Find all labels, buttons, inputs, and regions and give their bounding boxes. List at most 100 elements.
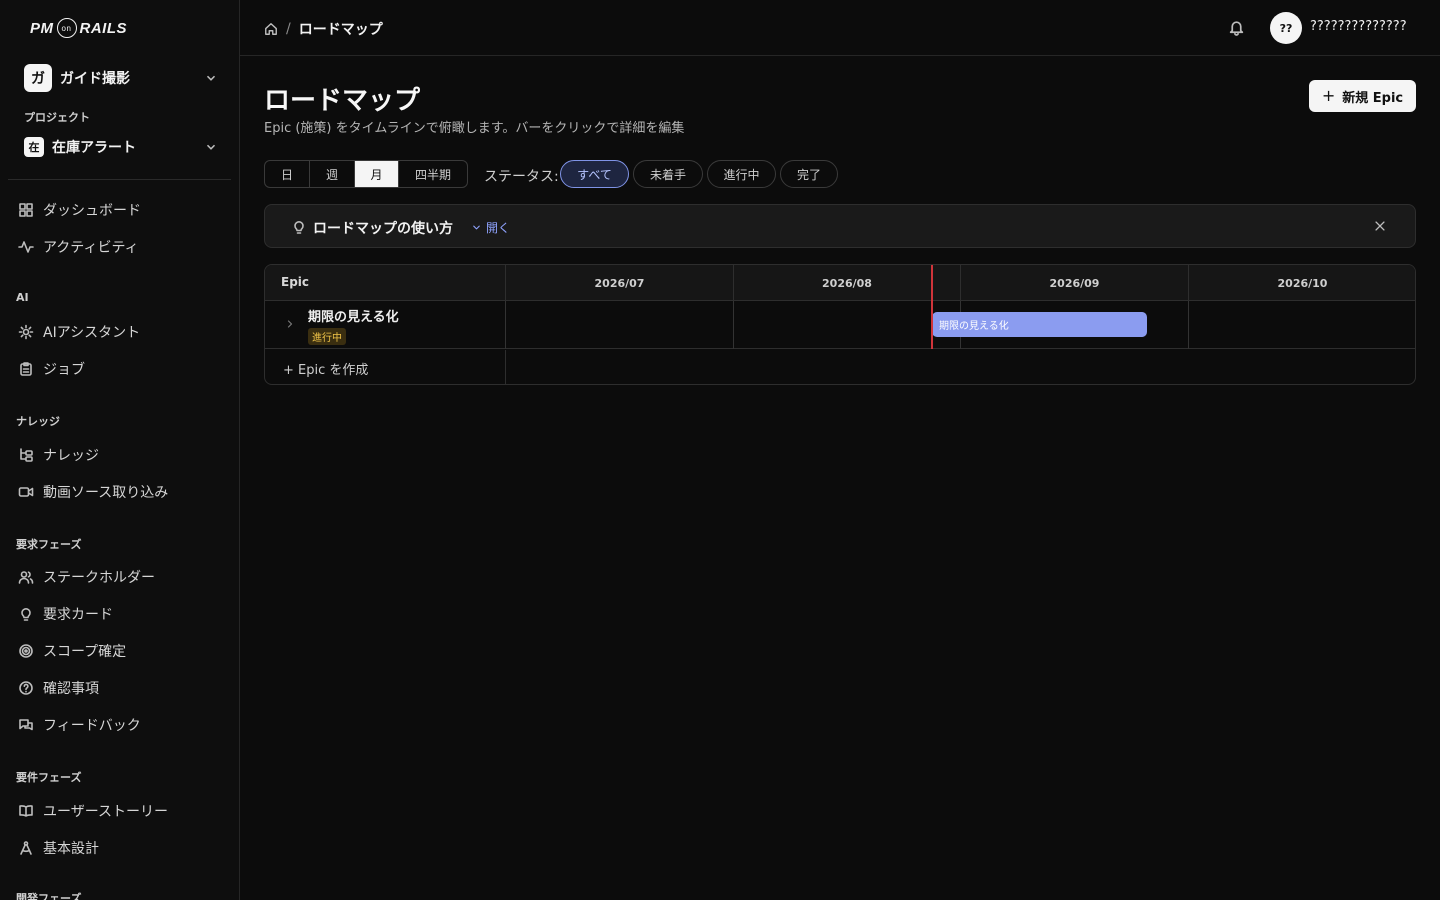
sidebar-item-label: アクティビティ [43,240,139,256]
logo-text-left: PM [30,19,54,37]
timeline-header: Epic 2026/07 2026/08 2026/09 2026/10 [265,265,1415,301]
month-header: 2026/10 [1188,265,1415,301]
sidebar-item-ai-assistant[interactable]: AIアシスタント [18,321,140,343]
chevron-down-icon [473,225,480,230]
sidebar-item-label: 要求カード [43,607,113,623]
sidebar-item-dashboard[interactable]: ダッシュボード [18,199,141,221]
question-icon [19,681,33,695]
chat-icon [19,719,33,731]
user-name[interactable]: ?????????????? [1310,19,1407,34]
sidebar-item-label: ジョブ [43,362,85,378]
column-divider [1415,301,1416,349]
target-icon [19,644,33,658]
breadcrumb-current: ロードマップ [298,22,383,38]
roadmap-timeline: Epic 2026/07 2026/08 2026/09 2026/10 期限の… [264,264,1416,385]
epic-timeline-bar[interactable]: 期限の見える化 [932,312,1147,337]
close-icon[interactable] [1373,219,1387,233]
sidebar-item-requirement-cards[interactable]: 要求カード [18,603,113,625]
sidebar-item-basic-design[interactable]: 基本設計 [18,837,99,859]
sidebar-item-user-stories[interactable]: ユーザーストーリー [18,800,168,822]
sidebar-item-confirmations[interactable]: 確認事項 [18,677,99,699]
workspace-name: ガイド撮影 [60,71,130,87]
status-filter-in-progress[interactable]: 進行中 [707,160,776,188]
status-filter-not-started[interactable]: 未着手 [633,160,703,188]
status-badge: 進行中 [308,328,346,345]
roadmap-guide-panel: ロードマップの使い方 開く [264,204,1416,248]
logo-text-right: RAILS [79,19,127,37]
page-title: ロードマップ [264,86,421,116]
tab-day[interactable]: 日 [265,161,310,187]
guide-toggle-label: 開く [486,221,511,235]
sidebar-item-stakeholders[interactable]: ステークホルダー [18,566,155,588]
top-bar: / ロードマップ ?? ?????????????? [240,0,1440,56]
breadcrumb-separator: / [286,21,291,37]
status-filter-done[interactable]: 完了 [780,160,838,188]
sidebar-item-label: 確認事項 [43,681,99,697]
sidebar-item-video-import[interactable]: 動画ソース取り込み [18,481,168,503]
create-epic-button[interactable]: + Epic を作成 [283,359,368,378]
project-name: 在庫アラート [52,140,136,156]
column-divider [733,301,734,349]
column-divider [1188,301,1189,349]
gear-icon [18,324,34,340]
month-header: 2026/08 [733,265,960,301]
project-selector[interactable]: 在 在庫アラート [24,137,218,157]
book-icon [19,805,33,817]
sidebar-item-label: ステークホルダー [43,570,155,586]
tree-icon [20,448,33,462]
chevron-down-icon [206,75,216,81]
sidebar-item-jobs[interactable]: ジョブ [18,358,85,380]
sidebar-item-label: スコープ確定 [43,644,127,660]
project-badge: 在 [24,137,44,157]
bell-icon[interactable] [1228,19,1245,36]
epic-column-header: Epic [281,275,310,289]
grid-icon [19,203,33,217]
epic-name[interactable]: 期限の見える化 [308,306,399,325]
section-title-development: 開発フェーズ [16,892,82,900]
sidebar-item-label: ユーザーストーリー [43,804,169,820]
section-title-requirements: 要求フェーズ [16,538,82,551]
status-filter-label: ステータス: [484,169,559,185]
today-marker [931,265,933,349]
tab-week[interactable]: 週 [310,161,355,187]
month-header: 2026/07 [505,265,733,301]
sidebar-item-activity[interactable]: アクティビティ [18,236,139,258]
sidebar-item-label: ナレッジ [43,448,99,464]
bulb-icon [21,608,31,621]
sidebar-item-feedback[interactable]: フィードバック [18,714,141,736]
users-icon [18,571,34,584]
sidebar-item-scope[interactable]: スコープ確定 [18,640,126,662]
new-epic-button[interactable]: + 新規 Epic [1309,80,1416,112]
sidebar-item-label: 動画ソース取り込み [43,485,169,501]
month-header: 2026/09 [960,265,1188,301]
time-scale-tabs: 日 週 月 四半期 [264,160,468,188]
column-divider [505,350,506,384]
sidebar-item-knowledge[interactable]: ナレッジ [18,444,99,466]
sidebar-item-label: フィードバック [43,718,141,734]
section-title-knowledge: ナレッジ [16,415,60,428]
app-logo[interactable]: PM on RAILS [0,0,239,56]
plus-icon: + [1321,85,1336,105]
sidebar: PM on RAILS ガ ガイド撮影 プロジェクト 在 在庫アラート ダッシュ… [0,0,240,900]
avatar[interactable]: ?? [1270,12,1302,44]
breadcrumb: / ロードマップ [264,19,383,39]
guide-toggle-button[interactable]: 開く [471,219,510,236]
home-icon[interactable] [264,22,278,36]
logo-ring: on [56,18,77,38]
section-title-ai: AI [16,291,29,304]
bulb-icon [294,221,304,234]
create-epic-row: + Epic を作成 [265,350,1415,384]
table-row[interactable]: 期限の見える化 進行中 期限の見える化 [265,301,1416,349]
tab-month[interactable]: 月 [355,161,399,187]
workspace-selector[interactable]: ガ ガイド撮影 [24,64,218,92]
page-subtitle: Epic (施策) をタイムラインで俯瞰します。バーをクリックで詳細を編集 [264,121,685,136]
workspace-badge: ガ [24,64,52,92]
chevron-right-icon[interactable] [284,318,296,330]
sidebar-item-label: ダッシュボード [43,203,141,219]
sidebar-item-label: 基本設計 [43,841,99,857]
compass-icon [20,841,32,855]
status-filter-all[interactable]: すべて [560,160,629,188]
clipboard-icon [20,362,32,376]
tab-quarter[interactable]: 四半期 [399,161,467,187]
video-icon [18,487,34,497]
